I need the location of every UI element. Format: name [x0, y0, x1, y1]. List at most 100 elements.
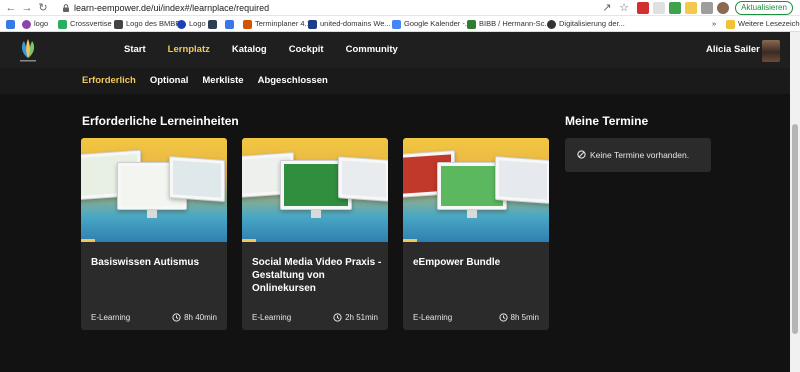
sub-navigation-bar: Erforderlich Optional Merkliste Abgeschl…	[0, 68, 790, 94]
bookmark-label: Logo des BMBF	[126, 19, 180, 28]
nav-community[interactable]: Community	[346, 32, 398, 68]
bookmark-icon	[392, 19, 401, 29]
duration-text: 2h 51min	[345, 313, 378, 322]
no-entry-icon	[577, 150, 586, 159]
bookmark-item[interactable]: Logo	[177, 16, 206, 32]
clock-icon	[172, 313, 181, 322]
bookmark-item[interactable]: Crossvertise	[58, 16, 112, 32]
avatar[interactable]	[762, 40, 780, 62]
nav-cockpit[interactable]: Cockpit	[289, 32, 324, 68]
bookmark-icon	[208, 19, 217, 29]
share-icon[interactable]: ↗	[600, 0, 614, 16]
bookmark-item[interactable]: Terminplaner 4.1	[243, 16, 311, 32]
bookmark-icon	[547, 19, 556, 29]
update-button[interactable]: Aktualisieren	[735, 1, 793, 15]
page: Start Lernplatz Katalog Cockpit Communit…	[0, 32, 790, 372]
bookmark-more[interactable]: »	[712, 16, 716, 32]
bookmark-icon	[467, 19, 476, 29]
scrollbar-thumb[interactable]	[792, 124, 798, 334]
main-navigation: Start Lernplatz Katalog Cockpit Communit…	[124, 32, 420, 68]
app-header: Start Lernplatz Katalog Cockpit Communit…	[0, 32, 790, 68]
bookmark-item[interactable]: Digitalisierung der...	[547, 16, 625, 32]
course-duration: 2h 51min	[333, 313, 378, 322]
nav-lernplatz[interactable]: Lernplatz	[168, 32, 210, 68]
bookmark-item[interactable]: Google Kalender -...	[392, 16, 471, 32]
course-card[interactable]: Basiswissen Autismus E-Learning 8h 40min	[81, 138, 227, 330]
bookmark-icon	[177, 19, 186, 29]
bookmark-label: Crossvertise	[70, 19, 112, 28]
course-title: Social Media Video Praxis - Gestaltung v…	[252, 257, 382, 294]
page-scrollbar[interactable]	[790, 32, 800, 372]
bookmark-label: Terminplaner 4.1	[255, 19, 311, 28]
forward-icon[interactable]: →	[20, 0, 34, 16]
lock-icon	[63, 4, 69, 12]
sub-navigation: Erforderlich Optional Merkliste Abgeschl…	[82, 68, 342, 94]
monitor-image	[495, 156, 549, 204]
nav-katalog[interactable]: Katalog	[232, 32, 267, 68]
folder-icon	[726, 19, 735, 29]
course-card[interactable]: Social Media Video Praxis - Gestaltung v…	[242, 138, 388, 330]
bookmark-item[interactable]	[208, 16, 217, 32]
course-card[interactable]: eEmpower Bundle E-Learning 8h 5min	[403, 138, 549, 330]
puzzle-icon[interactable]	[701, 2, 713, 14]
course-duration: 8h 5min	[498, 313, 539, 322]
monitor-image	[169, 156, 225, 202]
tab-optional[interactable]: Optional	[150, 68, 189, 94]
bookmark-icon	[225, 19, 234, 29]
bookmark-icon	[114, 19, 123, 29]
bookmark-icon	[58, 19, 67, 29]
extension-icon[interactable]	[653, 2, 665, 14]
termine-title: Meine Termine	[565, 114, 649, 128]
bookmark-item[interactable]: Logo des BMBF	[114, 16, 180, 32]
bookmark-icon	[243, 19, 252, 29]
bookmark-item[interactable]: logo	[22, 16, 48, 32]
extension-icon[interactable]	[685, 2, 697, 14]
bookmark-item[interactable]: united-domains We...	[308, 16, 391, 32]
bookmark-item[interactable]	[6, 16, 15, 32]
course-title: Basiswissen Autismus	[91, 257, 200, 268]
course-thumbnail	[242, 138, 388, 242]
bookmark-label: Digitalisierung der...	[559, 19, 625, 28]
bookmark-label: BIBB / Hermann-Sc...	[479, 19, 551, 28]
progress-indicator	[81, 239, 95, 242]
bookmark-item[interactable]: BIBB / Hermann-Sc...	[467, 16, 551, 32]
tab-merkliste[interactable]: Merkliste	[202, 68, 243, 94]
bookmark-icon	[22, 19, 31, 29]
eempower-logo[interactable]	[14, 36, 42, 64]
progress-indicator	[242, 239, 256, 242]
star-icon[interactable]: ☆	[617, 0, 631, 16]
profile-icon[interactable]	[717, 2, 729, 14]
progress-indicator	[403, 239, 417, 242]
bookmark-label: Google Kalender -...	[404, 19, 472, 28]
bookmark-label: logo	[34, 19, 49, 28]
back-icon[interactable]: ←	[4, 0, 18, 16]
reload-icon[interactable]: ↻	[36, 0, 50, 16]
bookmark-icon	[6, 19, 15, 29]
duration-text: 8h 40min	[184, 313, 217, 322]
bookmark-icon	[308, 19, 317, 29]
course-type: E-Learning	[91, 313, 131, 322]
termine-empty-text: Keine Termine vorhanden.	[590, 150, 690, 160]
section-title: Erforderliche Lerneinheiten	[82, 114, 239, 128]
address-bar[interactable]: learn-eempower.de/ui/index#/learnplace/r…	[74, 0, 269, 16]
course-thumbnail	[403, 138, 549, 242]
browser-toolbar: ← → ↻ learn-eempower.de/ui/index#/learnp…	[0, 0, 800, 16]
extension-icon[interactable]	[637, 2, 649, 14]
bookmark-item[interactable]	[225, 16, 234, 32]
tab-abgeschlossen[interactable]: Abgeschlossen	[258, 68, 328, 94]
extension-icon[interactable]	[669, 2, 681, 14]
bookmark-folder[interactable]: Weitere Lesezeichen	[726, 16, 800, 32]
nav-start[interactable]: Start	[124, 32, 146, 68]
termine-empty-box: Keine Termine vorhanden.	[565, 138, 711, 172]
tab-erforderlich[interactable]: Erforderlich	[82, 68, 136, 94]
bookmark-label: Weitere Lesezeichen	[738, 19, 800, 28]
course-thumbnail	[81, 138, 227, 242]
duration-text: 8h 5min	[510, 313, 539, 322]
monitor-image	[338, 156, 388, 202]
course-type: E-Learning	[252, 313, 292, 322]
bookmark-label: united-domains We...	[320, 19, 391, 28]
course-duration: 8h 40min	[172, 313, 217, 322]
bookmarks-bar: logo Crossvertise Logo des BMBF Logo Ter…	[0, 16, 800, 32]
user-name[interactable]: Alicia Sailer	[706, 32, 760, 68]
clock-icon	[333, 313, 342, 322]
